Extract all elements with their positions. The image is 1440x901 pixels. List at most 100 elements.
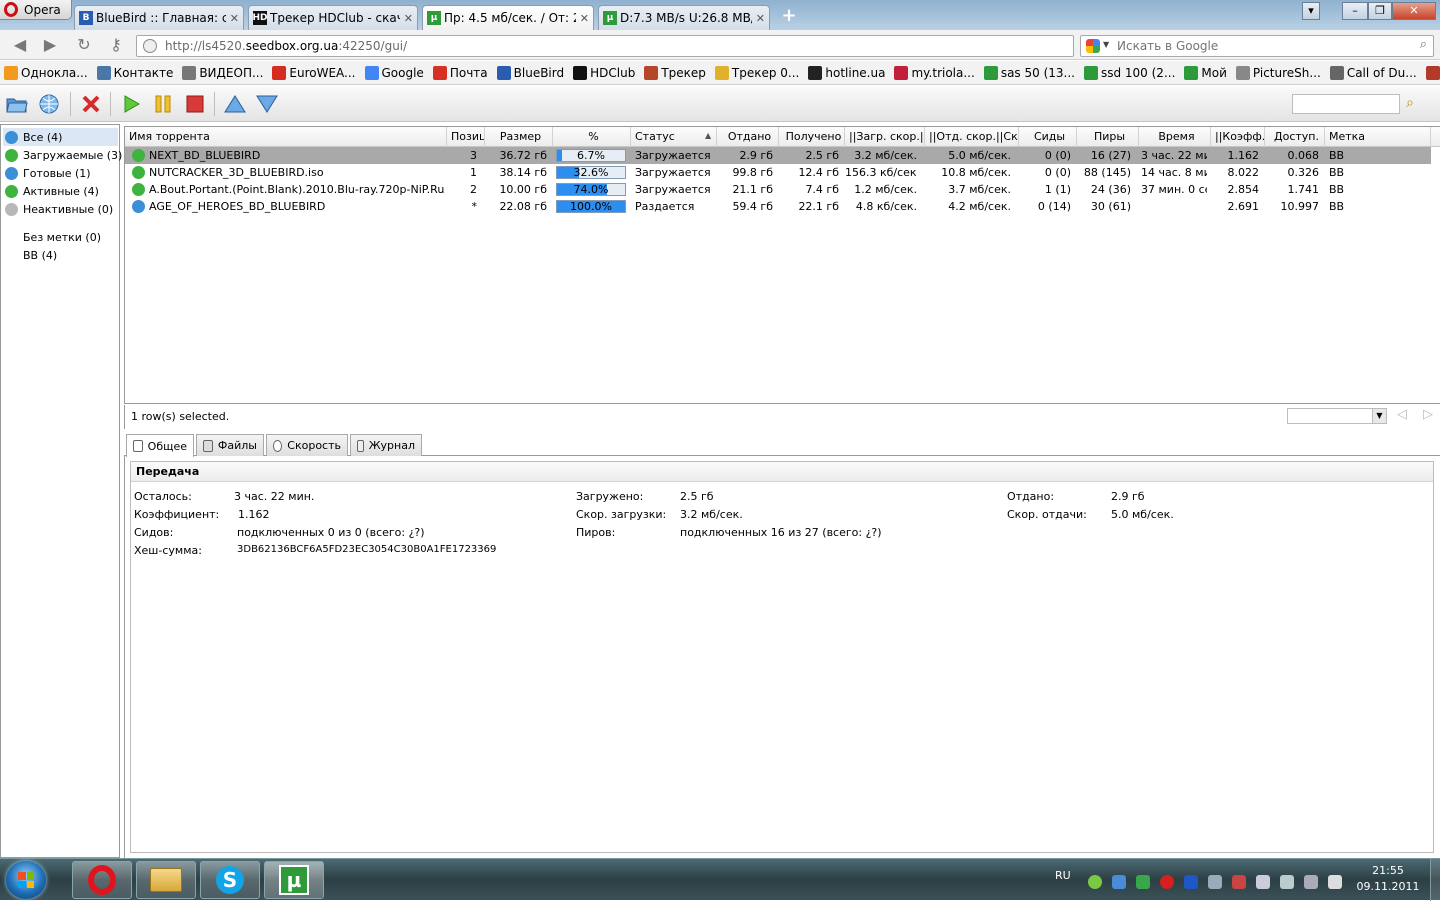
bookmark-item[interactable]: ВИДЕОП...	[182, 65, 263, 80]
system-clock[interactable]: 21:55 09.11.2011	[1352, 863, 1424, 895]
bookmark-item[interactable]: PictureSh...	[1235, 65, 1321, 80]
taskbar-utorrent[interactable]: µ	[264, 861, 324, 899]
bookmark-item[interactable]: ssd 100 (2...	[1083, 65, 1175, 80]
sidebar-category[interactable]: Активные (4)	[3, 182, 118, 200]
column-header[interactable]: Получено	[779, 127, 845, 147]
bookmark-item[interactable]: hotline.ua	[808, 65, 885, 80]
tray-warning-icon[interactable]	[1232, 875, 1246, 889]
bookmark-item[interactable]: Трекер	[644, 65, 706, 80]
tab-list-button[interactable]: ▾	[1302, 2, 1320, 20]
bookmark-item[interactable]: Контакте	[96, 65, 173, 80]
volume-icon[interactable]	[1328, 875, 1342, 889]
language-indicator[interactable]: RU	[1055, 869, 1071, 882]
bookmark-item[interactable]: Однокла...	[4, 65, 88, 80]
google-icon[interactable]	[1086, 39, 1100, 53]
bookmark-item[interactable]: HDClub	[573, 65, 635, 80]
tray-usb-icon[interactable]	[1256, 875, 1270, 889]
minimize-button[interactable]: –	[1342, 2, 1368, 20]
move-up-icon[interactable]	[224, 93, 246, 115]
column-header[interactable]: Отдано	[717, 127, 779, 147]
forward-icon[interactable]: ▶	[38, 35, 62, 55]
maximize-button[interactable]: ❐	[1368, 2, 1392, 20]
column-header[interactable]: Размер	[485, 127, 553, 147]
column-header[interactable]: Позиц	[447, 127, 485, 147]
column-header[interactable]: ||Загр. скор.||	[845, 127, 925, 147]
column-header[interactable]: Сиды	[1019, 127, 1077, 147]
bookmark-item[interactable]: Консульс...	[1425, 65, 1440, 80]
opera-menu-button[interactable]: Opera	[0, 0, 72, 20]
close-window-button[interactable]: ✕	[1392, 2, 1436, 20]
search-icon[interactable]: ⌕	[1420, 37, 1427, 52]
next-page-icon[interactable]: ▷	[1423, 407, 1433, 422]
tray-device-icon[interactable]	[1208, 875, 1222, 889]
remove-icon[interactable]	[80, 93, 102, 115]
start-icon[interactable]	[120, 93, 142, 115]
bluetooth-icon[interactable]	[1184, 875, 1198, 889]
column-header[interactable]: %	[553, 127, 631, 147]
sidebar-category[interactable]: Загружаемые (3)	[3, 146, 122, 164]
bookmark-item[interactable]: BlueBird	[496, 65, 564, 80]
sidebar-category[interactable]: Неактивные (0)	[3, 200, 118, 218]
tab-speed[interactable]: Скорость	[266, 434, 348, 456]
sidebar-category[interactable]: Все (4)	[3, 128, 118, 146]
taskbar-explorer[interactable]	[136, 861, 196, 899]
tab-general[interactable]: Общее	[126, 434, 194, 457]
tray-monitor-icon[interactable]	[1280, 875, 1294, 889]
sidebar-label-item[interactable]: Без метки (0)	[23, 229, 101, 247]
browser-tab-utorrent-2[interactable]: µ D:7.3 MB/s U:26.8 MB/s... ✕	[598, 5, 770, 30]
search-input[interactable]	[1117, 38, 1407, 54]
key-icon[interactable]: ⚷	[104, 35, 128, 55]
sidebar-label-item[interactable]: BB (4)	[23, 247, 57, 265]
prev-page-icon[interactable]: ◁	[1397, 407, 1407, 422]
tray-check-icon[interactable]	[1136, 875, 1150, 889]
bookmark-item[interactable]: Почта	[432, 65, 488, 80]
torrent-row[interactable]: A.Bout.Portant.(Point.Blank).2010.Blu-ra…	[125, 181, 1431, 198]
close-tab-icon[interactable]: ✕	[230, 12, 239, 25]
tab-log[interactable]: Журнал	[350, 434, 422, 456]
tab-files[interactable]: Файлы	[196, 434, 264, 456]
tray-opera-icon[interactable]	[1160, 875, 1174, 889]
start-button[interactable]	[6, 861, 46, 899]
chevron-down-icon[interactable]: ▼	[1103, 40, 1109, 49]
column-header[interactable]: Метка	[1325, 127, 1431, 147]
reload-icon[interactable]: ↻	[72, 35, 96, 55]
bookmark-item[interactable]: Трекер 0...	[714, 65, 799, 80]
move-down-icon[interactable]	[256, 93, 278, 115]
bookmark-item[interactable]: Google	[364, 65, 424, 80]
browser-tab-utorrent-active[interactable]: µ Пр: 4.5 мб/сек. / От: 2... ✕	[422, 5, 594, 30]
column-header[interactable]: Имя торрента	[125, 127, 447, 147]
bookmark-item[interactable]: my.triola...	[894, 65, 975, 80]
torrent-row[interactable]: NUTCRACKER_3D_BLUEBIRD.iso 1 38.14 гб 32.6%…	[125, 164, 1431, 181]
stop-icon[interactable]	[184, 93, 206, 115]
new-tab-button[interactable]: +	[778, 7, 800, 25]
open-torrent-icon[interactable]	[6, 93, 28, 115]
torrent-row[interactable]: NEXT_BD_BLUEBIRD 3 36.72 гб 6.7% Загружается…	[125, 147, 1431, 164]
browser-tab-hdclub[interactable]: HD Трекер HDClub - скач... ✕	[248, 5, 418, 30]
tray-network-icon[interactable]	[1112, 875, 1126, 889]
browser-tab-bluebird[interactable]: B BlueBird :: Главная: ск... ✕	[74, 5, 244, 30]
bookmark-item[interactable]: EuroWEA...	[272, 65, 356, 80]
close-tab-icon[interactable]: ✕	[580, 12, 589, 25]
show-desktop-button[interactable]	[1430, 859, 1440, 901]
bookmark-item[interactable]: sas 50 (13...	[983, 65, 1075, 80]
add-url-icon[interactable]	[38, 93, 60, 115]
pause-icon[interactable]	[152, 93, 174, 115]
tray-app-icon[interactable]	[1088, 875, 1102, 889]
column-header[interactable]: Доступ.	[1265, 127, 1325, 147]
bookmark-item[interactable]: Мой	[1184, 65, 1227, 80]
search-icon[interactable]: ⌕	[1400, 93, 1420, 115]
network-icon[interactable]	[1304, 875, 1318, 889]
url-field[interactable]: http://ls4520.seedbox.org.ua:42250/gui/	[136, 35, 1074, 57]
close-tab-icon[interactable]: ✕	[756, 12, 765, 25]
column-header[interactable]: Пиры	[1077, 127, 1139, 147]
torrent-row[interactable]: AGE_OF_HEROES_BD_BLUEBIRD * 22.08 гб 100.0%…	[125, 198, 1431, 215]
sidebar-category[interactable]: Готовые (1)	[3, 164, 118, 182]
column-header[interactable]: ||Коэфф.||	[1211, 127, 1265, 147]
taskbar-opera[interactable]	[72, 861, 132, 899]
close-tab-icon[interactable]: ✕	[404, 12, 413, 25]
filter-input[interactable]	[1292, 94, 1400, 114]
back-icon[interactable]: ◀	[8, 35, 32, 55]
column-header[interactable]: Время	[1139, 127, 1211, 147]
taskbar-skype[interactable]: S	[200, 861, 260, 899]
page-select[interactable]: ▼	[1287, 408, 1387, 424]
